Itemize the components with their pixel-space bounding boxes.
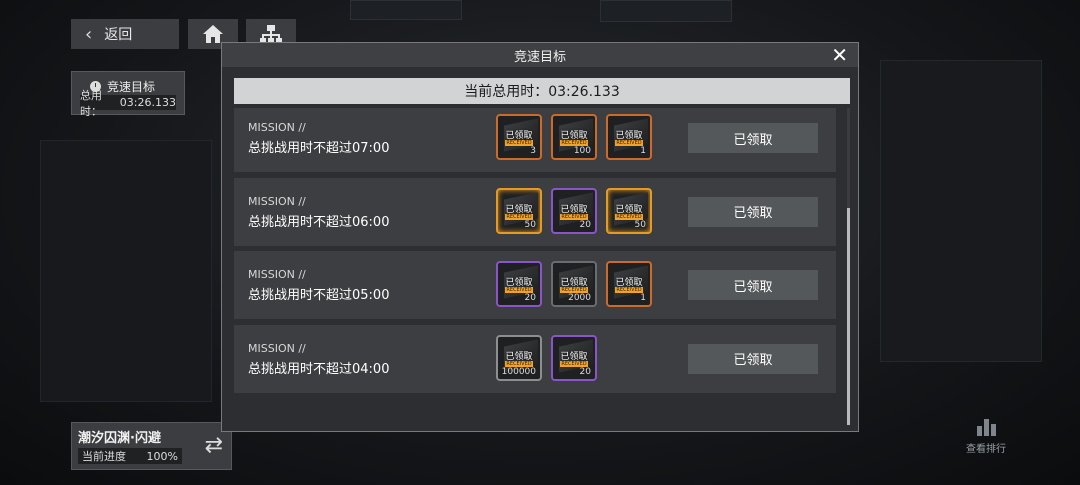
background-panel (40, 140, 212, 402)
claimed-button[interactable]: 已领取 (688, 123, 818, 153)
hierarchy-icon (260, 25, 282, 43)
reward-count: 50 (634, 219, 646, 230)
progress-label: 当前进度 (82, 450, 126, 463)
mission-label: MISSION // (248, 194, 306, 208)
reward-count: 20 (524, 293, 536, 303)
reward-item[interactable]: 已领取 RECEIVED 50 (496, 187, 542, 234)
progress-value: 100% (146, 449, 178, 463)
scrollbar-thumb[interactable] (847, 208, 850, 425)
mission-description: 总挑战用时不超过07:00 (248, 141, 390, 156)
reward-item[interactable]: 已领取 RECEIVED 100000 (496, 334, 542, 381)
swap-icon[interactable]: ⇄ (205, 433, 223, 458)
mission-row: MISSION //总挑战用时不超过06:00 已领取 RECEIVED 50 已领取 R… (234, 177, 836, 246)
back-label: 返回 (104, 27, 133, 43)
reward-count: 3 (530, 146, 536, 156)
mission-description: 总挑战用时不超过06:00 (248, 214, 390, 230)
mission-row: MISSION // 总挑战用时不超过04:00 已领取 RECEIVED 100000… (234, 324, 836, 393)
home-icon (203, 25, 223, 43)
reward-item[interactable]: 已领取 RECEIVED 100 (551, 114, 597, 160)
leaderboard-button[interactable]: 查看排行 (962, 410, 1010, 460)
background-panel (600, 0, 732, 22)
claimed-button[interactable]: 已领取 (688, 270, 818, 300)
reward-item[interactable]: 已领取 RECEIVED 20 (551, 187, 597, 234)
reward-received-tag: RECEIVED (615, 287, 643, 293)
reward-item[interactable]: 已领取 RECEIVED 50 (606, 187, 652, 234)
reward-count: 100 (573, 146, 591, 156)
stage-progress: 当前进度 100% (78, 448, 182, 464)
mission-row: MISSION //总挑战用时不超过07:00 已领取 RECEIVED 3 已领取 RE… (234, 108, 836, 172)
chevron-left-icon: ‹ (85, 23, 93, 45)
total-time-bar: 当前总用时：03:26.133 (234, 78, 850, 104)
reward-received-tag: RECEIVED (615, 140, 643, 146)
reward-count: 2000 (568, 293, 591, 303)
claimed-button[interactable]: 已领取 (688, 196, 818, 227)
mission-label: MISSION // (248, 121, 306, 134)
reward-count: 20 (579, 219, 591, 230)
mission-label: MISSION // (248, 341, 306, 355)
close-icon[interactable]: ✕ (831, 43, 848, 67)
leaderboard-label: 查看排行 (966, 443, 1006, 455)
mission-description: 总挑战用时不超过04:00 (248, 361, 390, 377)
back-button[interactable]: ‹ 返回 (71, 19, 179, 49)
background-panel (350, 0, 462, 20)
reward-count: 20 (579, 366, 591, 377)
reward-received-tag: RECEIVED (505, 140, 533, 146)
reward-count: 50 (524, 219, 536, 230)
mission-row: MISSION //总挑战用时不超过05:00 已领取 RECEIVED 20 已领取 R… (234, 251, 836, 319)
bar-chart-icon (977, 418, 996, 436)
stage-panel[interactable]: 潮汐囚渊·闪避 当前进度 100% ⇄ (71, 422, 232, 470)
reward-count: 1 (640, 146, 646, 156)
modal-header: 竞速目标 ✕ (222, 43, 858, 67)
modal-title: 竞速目标 (513, 49, 566, 65)
mission-description: 总挑战用时不超过05:00 (248, 288, 390, 303)
reward-item[interactable]: 已领取 RECEIVED 20 (551, 334, 597, 381)
speed-target-modal: 竞速目标 ✕ 当前总用时：03:26.133 MISSION // 总挑战用时不超… (221, 42, 859, 432)
reward-item[interactable]: 已领取 RECEIVED 2000 (551, 261, 597, 307)
stage-title: 潮汐囚渊·闪避 (78, 431, 161, 446)
reward-count: 100000 (501, 366, 536, 377)
reward-item[interactable]: 已领取 RECEIVED 20 (496, 261, 542, 307)
reward-count: 1 (640, 293, 646, 303)
reward-item[interactable]: 已领取 RECEIVED 1 (606, 261, 652, 307)
total-time-value: 03:26.133 (119, 96, 176, 109)
total-time-label: 总用时： (80, 88, 102, 118)
speed-target-panel[interactable]: 竞速目标 总用时： 03:26.133 (71, 71, 185, 118)
mission-list[interactable]: MISSION //总挑战用时不超过07:00 已领取 RECEIVED 3 已领取 RE… (234, 108, 838, 425)
reward-item[interactable]: 已领取 RECEIVED 3 (496, 114, 542, 160)
mission-label: MISSION // (248, 268, 306, 281)
background-panel (880, 60, 1042, 362)
reward-item[interactable]: 已领取 RECEIVED 1 (606, 114, 652, 160)
claimed-button[interactable]: 已领取 (688, 343, 818, 374)
